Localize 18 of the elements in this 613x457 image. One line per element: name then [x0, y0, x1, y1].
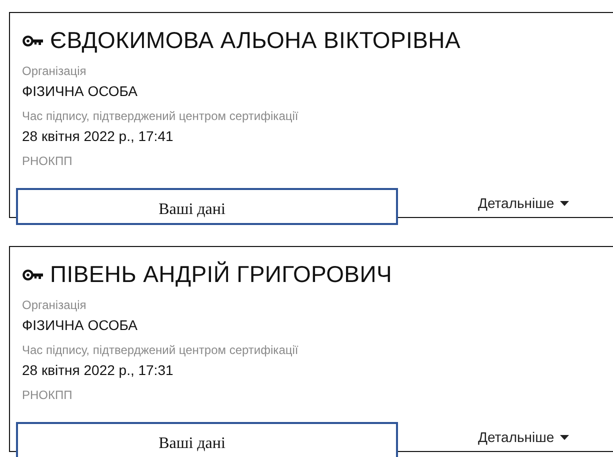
caret-icon: [560, 200, 570, 206]
field-value: ФІЗИЧНА ОСОБА: [22, 317, 139, 333]
overlay-label: Ваші дані: [16, 188, 398, 225]
field-label: Час підпису, підтверджений центром сертифікації: [22, 343, 300, 357]
caret-icon: [560, 434, 570, 440]
signer-name: ЄВДОКИМОВА АЛЬОНА ВІКТОРІВНА: [50, 27, 461, 54]
signer-name: ПІВЕНЬ АНДРІЙ ГРИГОРОВИЧ: [50, 261, 392, 288]
field-label: Організація: [22, 64, 88, 78]
field-label: Організація: [22, 298, 88, 312]
overlay-label: Ваші дані: [16, 422, 398, 457]
field-value: ФІЗИЧНА ОСОБА: [22, 83, 139, 99]
key-icon: [22, 268, 44, 280]
field-label: РНОКПП: [22, 388, 74, 402]
field-label: Час підпису, підтверджений центром сертифікації: [22, 109, 300, 123]
key-icon: [22, 34, 44, 46]
field-label: РНОКПП: [22, 154, 74, 168]
field-value: 28 квітня 2022 р., 17:41: [22, 128, 174, 144]
field-value: 28 квітня 2022 р., 17:31: [22, 362, 174, 378]
